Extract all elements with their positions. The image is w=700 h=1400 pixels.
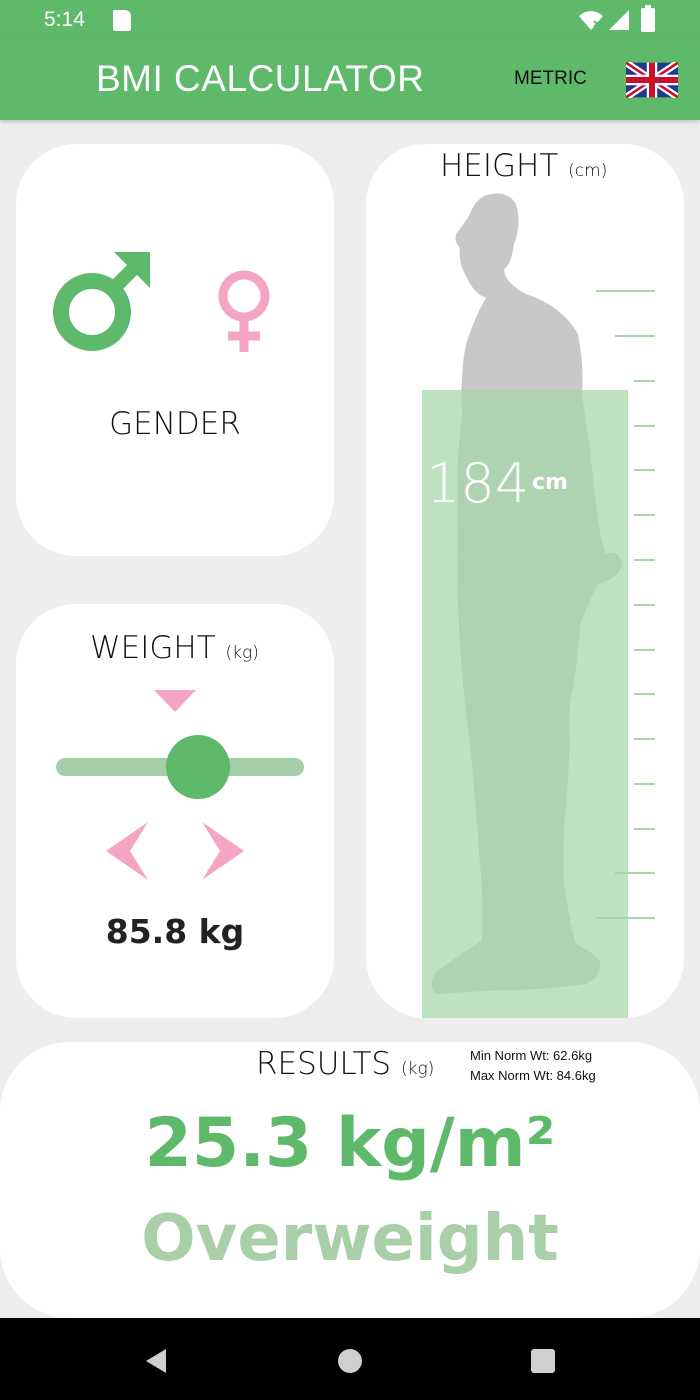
- home-icon[interactable]: [338, 1349, 362, 1373]
- app-title: BMI CALCULATOR: [96, 58, 425, 99]
- weight-title-text: WEIGHT: [90, 630, 216, 666]
- weight-slider-thumb[interactable]: [166, 735, 230, 799]
- height-title: HEIGHT (cm): [440, 148, 607, 184]
- app-bar: BMI CALCULATOR METRIC: [0, 40, 700, 120]
- height-card: HEIGHT (cm) 184 cm: [366, 144, 684, 1018]
- weight-unit: (kg): [225, 643, 259, 663]
- back-icon[interactable]: [144, 1348, 168, 1374]
- signal-icon: [609, 10, 629, 30]
- height-value: 184: [426, 452, 530, 515]
- gender-label: GENDER: [109, 406, 241, 442]
- marker-triangle-icon: [154, 690, 196, 712]
- status-time: 5:14: [44, 8, 85, 31]
- weight-title: WEIGHT (kg): [90, 630, 259, 666]
- battery-icon: [641, 5, 655, 32]
- male-icon[interactable]: [52, 248, 152, 352]
- height-title-text: HEIGHT: [440, 148, 559, 184]
- status-bar: 5:14: [0, 0, 700, 40]
- height-value-unit: cm: [532, 470, 568, 495]
- bmi-value: 25.3 kg/m²: [144, 1104, 556, 1183]
- height-visual[interactable]: [366, 144, 684, 1018]
- increase-weight-arrow-icon[interactable]: [198, 820, 248, 882]
- uk-flag-icon[interactable]: [626, 62, 678, 98]
- decrease-weight-arrow-icon[interactable]: [102, 820, 152, 882]
- weight-value: 85.8 kg: [105, 912, 245, 951]
- height-unit: (cm): [568, 161, 608, 181]
- gender-card: GENDER: [16, 144, 334, 556]
- results-card: RESULTS (kg) Min Norm Wt: 62.6kg Max Nor…: [0, 1042, 700, 1318]
- weight-card: WEIGHT (kg) 85.8 kg: [16, 604, 334, 1018]
- results-title: RESULTS (kg): [256, 1046, 434, 1082]
- wifi-icon: [579, 11, 603, 30]
- max-norm-weight: Max Norm Wt: 84.6kg: [470, 1068, 596, 1083]
- recents-icon[interactable]: [531, 1349, 555, 1373]
- navigation-bar: [0, 1318, 700, 1400]
- min-norm-weight: Min Norm Wt: 62.6kg: [470, 1048, 593, 1063]
- results-unit: (kg): [400, 1059, 435, 1079]
- bmi-category: Overweight: [141, 1202, 559, 1276]
- results-title-text: RESULTS: [256, 1046, 392, 1082]
- unit-toggle-button[interactable]: METRIC: [514, 68, 587, 90]
- female-icon[interactable]: [214, 268, 274, 352]
- sd-card-icon: [113, 10, 131, 31]
